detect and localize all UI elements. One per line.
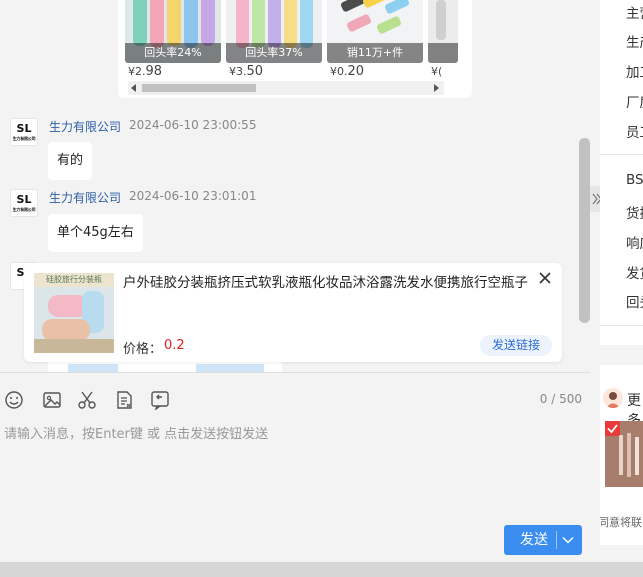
info-label: 生产 — [626, 35, 643, 51]
chat-scrollbar[interactable] — [579, 138, 590, 323]
product-card-4[interactable] — [428, 0, 458, 63]
send-button-divider — [556, 531, 557, 549]
scroll-thumb[interactable] — [142, 84, 256, 92]
product-price: ¥0.20 — [330, 64, 365, 79]
message-bubble: 有的 — [48, 142, 93, 180]
character-counter: 0 / 500 — [539, 392, 582, 406]
message-sender: 生力有限公司 — [49, 120, 122, 134]
close-icon[interactable] — [536, 269, 554, 287]
image-icon[interactable] — [42, 390, 62, 410]
info-label: 主营 — [626, 6, 643, 22]
emoji-icon[interactable] — [4, 390, 24, 410]
product-price: ¥3.50 — [229, 64, 264, 79]
info-label: 加工 — [626, 65, 643, 81]
info-label: 发货 — [626, 266, 643, 282]
info-label: BSR — [626, 172, 643, 188]
divider — [600, 154, 643, 155]
order-document-icon[interactable] — [114, 390, 134, 410]
message-input[interactable]: 请输入消息，按Enter键 或 点击发送按钮发送 — [4, 423, 564, 442]
popup-price-label: 价格： — [123, 342, 163, 357]
scroll-right-arrow-icon[interactable] — [434, 84, 440, 92]
product-tag: 回头率37% — [226, 43, 322, 63]
scroll-left-arrow-icon[interactable] — [131, 84, 137, 92]
product-card-3[interactable]: 销11万+件 — [327, 0, 423, 63]
chevron-down-icon[interactable] — [562, 534, 574, 546]
supplier-info-card: 主营 生产 加工 厂房 员工 BSR 货描 响应 发货 回头 — [600, 0, 643, 345]
avatar: SL 生力有限公司 — [10, 189, 38, 217]
window-bottom-bar — [0, 562, 643, 577]
image-message[interactable] — [48, 362, 282, 372]
product-link-popup: 硅胶旅行分装瓶 户外硅胶分装瓶挤压式软乳液瓶化妆品沐浴露洗发水便携旅行空瓶子 价… — [24, 263, 562, 362]
supplier-info-panel: 主营 生产 加工 厂房 员工 BSR 货描 响应 发货 回头 更多 — [600, 0, 643, 562]
info-label: 回头 — [626, 295, 643, 311]
popup-image-caption: 硅胶旅行分装瓶 — [46, 275, 102, 284]
product-image — [34, 273, 114, 353]
scissors-icon[interactable] — [77, 390, 97, 410]
divider — [600, 325, 643, 326]
popup-product-title: 户外硅胶分装瓶挤压式软乳液瓶化妆品沐浴露洗发水便携旅行空瓶子 — [123, 275, 528, 291]
popup-product-image[interactable]: 硅胶旅行分装瓶 — [34, 273, 114, 353]
send-button-label: 发送 — [520, 532, 548, 548]
send-button[interactable]: 发送 — [504, 525, 582, 555]
avatar: SL 生力有限公司 — [10, 118, 38, 146]
info-label: 货描 — [626, 206, 643, 222]
send-link-button[interactable]: 发送链接 — [480, 335, 552, 356]
product-tag: 销11万+件 — [327, 43, 423, 63]
product-tag — [428, 43, 458, 63]
message-input-area: 0 / 500 请输入消息，按Enter键 或 点击发送按钮发送 发送 — [0, 372, 590, 562]
info-label: 厂房 — [626, 95, 643, 111]
product-horizontal-scrollbar[interactable] — [128, 81, 444, 95]
message-sender: 生力有限公司 — [49, 191, 122, 205]
message-time: 2024-06-10 23:00:55 — [129, 118, 257, 132]
person-icon — [606, 392, 620, 408]
chat-message-area: 回头率24% ¥2.98 回头率37% ¥3.50 销11万+件 ¥0.20 ¥… — [0, 0, 590, 372]
product-tag: 回头率24% — [125, 43, 221, 63]
info-label: 响应 — [626, 236, 643, 252]
message-time: 2024-06-10 23:01:01 — [129, 189, 257, 203]
info-label: 员工 — [626, 125, 643, 141]
product-card-1[interactable]: 回头率24% — [125, 0, 221, 63]
popup-price-value: 0.2 — [164, 338, 185, 353]
recommendation-card: 更多 同意将联 — [600, 365, 643, 545]
message-bubble: 单个45g左右 — [48, 214, 143, 252]
checkbox-checked-icon[interactable] — [605, 421, 620, 436]
agreement-text: 同意将联 — [600, 516, 642, 529]
product-card-2[interactable]: 回头率37% — [226, 0, 322, 63]
product-price: ¥2.98 — [128, 64, 163, 79]
recommend-avatar — [603, 388, 623, 408]
product-price: ¥( — [431, 65, 443, 78]
quick-reply-icon[interactable] — [150, 390, 170, 410]
